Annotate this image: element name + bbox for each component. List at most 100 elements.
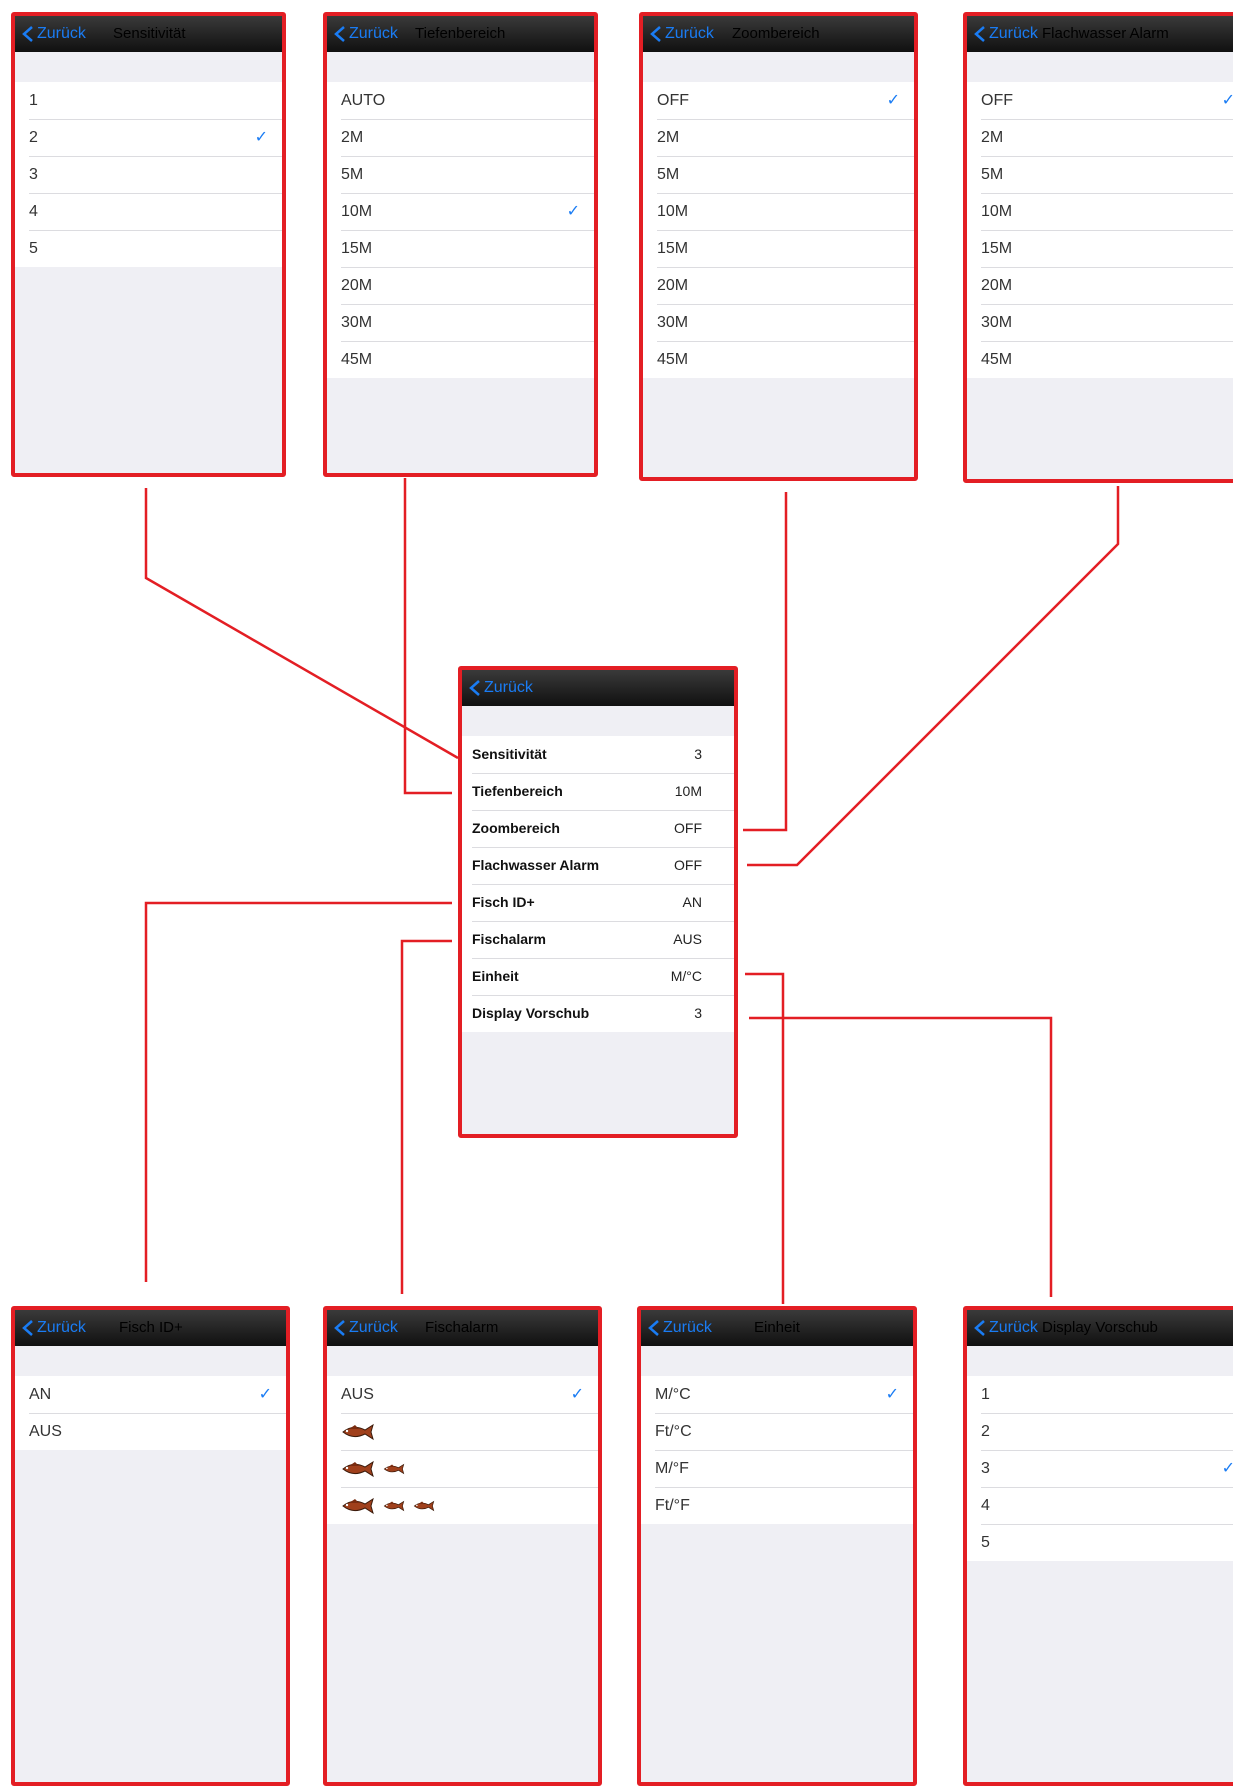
option-row[interactable]: 30M — [967, 304, 1233, 341]
option-row[interactable]: 2 — [967, 1413, 1233, 1450]
navbar-sensitivity: Zurück Sensitivität — [15, 16, 282, 52]
menu-row[interactable]: Tiefenbereich 10M — [462, 773, 734, 810]
option-row[interactable]: 1 — [967, 1376, 1233, 1413]
back-button[interactable]: Zurück — [21, 16, 86, 52]
menu-row[interactable]: Einheit M/°C — [462, 958, 734, 995]
option-row[interactable]: 4 — [15, 193, 282, 230]
menu-label: Einheit — [472, 968, 519, 984]
small-fish-icon — [383, 1463, 405, 1474]
option-row[interactable]: 3✓ — [967, 1450, 1233, 1487]
checkmark-icon: ✓ — [885, 1386, 899, 1403]
option-row[interactable]: Ft/°C — [641, 1413, 913, 1450]
panel-depth-range: Zurück Tiefenbereich AUTO 2M 5M 10M ✓ 15M 20M 30M… — [323, 12, 598, 477]
option-label: OFF — [657, 92, 689, 109]
option-row[interactable]: 1 — [15, 82, 282, 119]
menu-row[interactable]: Zoombereich OFF — [462, 810, 734, 847]
option-list: 1 2 ✓ 3 4 5 — [15, 82, 282, 267]
option-row[interactable]: 10M — [967, 193, 1233, 230]
option-label: 3 — [981, 1460, 990, 1477]
option-row[interactable]: 5M — [967, 156, 1233, 193]
option-row[interactable]: AUTO — [327, 82, 594, 119]
checkmark-icon: ✓ — [258, 1386, 272, 1403]
back-button[interactable]: Zurück — [973, 16, 1038, 52]
menu-row[interactable]: Fisch ID+ AN — [462, 884, 734, 921]
option-row[interactable]: 2M — [327, 119, 594, 156]
back-button[interactable]: Zurück — [649, 16, 714, 52]
option-row[interactable]: M/°C ✓ — [641, 1376, 913, 1413]
back-button[interactable]: Zurück — [973, 1310, 1038, 1346]
option-row[interactable]: 5 — [15, 230, 282, 267]
option-list: M/°C ✓ Ft/°C M/°F Ft/°F — [641, 1376, 913, 1524]
option-row[interactable]: 20M — [327, 267, 594, 304]
checkmark-icon: ✓ — [1222, 82, 1233, 119]
option-row[interactable]: AUS ✓ — [327, 1376, 598, 1413]
fish-icon — [342, 1497, 374, 1514]
navbar-main: Zurück — [462, 670, 734, 706]
option-row[interactable]: 5M — [643, 156, 914, 193]
fish-level-row[interactable] — [327, 1450, 598, 1487]
menu-value: 3 — [694, 746, 702, 762]
option-row[interactable]: 45M — [967, 341, 1233, 378]
option-row[interactable]: 15M — [967, 230, 1233, 267]
navbar-fish-id: Zurück Fisch ID+ — [15, 1310, 286, 1346]
panel-fish-alarm: Zurück Fischalarm AUS ✓ — [323, 1306, 602, 1786]
checkmark-icon: ✓ — [886, 92, 900, 109]
option-row[interactable]: M/°F — [641, 1450, 913, 1487]
option-row[interactable]: 2M — [967, 119, 1233, 156]
option-label: M/°F — [655, 1460, 689, 1477]
fish-level-row[interactable] — [327, 1487, 598, 1524]
menu-row[interactable]: Fischalarm AUS — [462, 921, 734, 958]
back-label: Zurück — [349, 25, 398, 42]
option-row[interactable]: 3 — [15, 156, 282, 193]
menu-row[interactable]: Display Vorschub 3 — [462, 995, 734, 1032]
option-row[interactable]: 45M — [327, 341, 594, 378]
menu-row[interactable]: Flachwasser Alarm OFF — [462, 847, 734, 884]
option-row[interactable]: OFF ✓ — [967, 82, 1233, 119]
connector-fish-alarm — [400, 939, 452, 1294]
navbar-zoom-range: Zurück Zoombereich — [643, 16, 914, 52]
connector-display-feed — [749, 1016, 1053, 1297]
option-label: 5M — [981, 166, 1004, 183]
option-row[interactable]: 10M ✓ — [327, 193, 594, 230]
option-row[interactable]: 2M — [643, 119, 914, 156]
chevron-left-icon — [974, 26, 985, 42]
navbar-depth-range: Zurück Tiefenbereich — [327, 16, 594, 52]
back-button[interactable]: Zurück — [647, 1310, 712, 1346]
back-button[interactable]: Zurück — [333, 16, 398, 52]
chevron-left-icon — [469, 680, 480, 696]
screen-title: Flachwasser Alarm — [1042, 25, 1169, 42]
option-row[interactable]: 4 — [967, 1487, 1233, 1524]
option-row[interactable]: 20M — [643, 267, 914, 304]
option-label: 30M — [657, 314, 689, 331]
option-row[interactable]: 15M — [643, 230, 914, 267]
option-label: 30M — [341, 314, 373, 331]
option-row[interactable]: 30M — [327, 304, 594, 341]
option-row[interactable]: AUS — [15, 1413, 286, 1450]
option-row[interactable]: 20M — [967, 267, 1233, 304]
option-row[interactable]: 5M — [327, 156, 594, 193]
back-button[interactable]: Zurück — [333, 1310, 398, 1346]
option-row[interactable]: AN ✓ — [15, 1376, 286, 1413]
option-row[interactable]: 10M — [643, 193, 914, 230]
option-row[interactable]: 5 — [967, 1524, 1233, 1561]
menu-label: Sensitivität — [472, 746, 547, 762]
option-label: 15M — [657, 240, 689, 257]
option-row[interactable]: 15M — [327, 230, 594, 267]
option-label: 5 — [981, 1534, 990, 1551]
option-label: 4 — [29, 203, 38, 220]
menu-value: 10M — [674, 783, 702, 799]
option-row[interactable]: 30M — [643, 304, 914, 341]
option-list: AUTO 2M 5M 10M ✓ 15M 20M 30M 45M — [327, 82, 594, 378]
option-row[interactable]: Ft/°F — [641, 1487, 913, 1524]
chevron-left-icon — [334, 1320, 345, 1336]
back-button[interactable]: Zurück — [468, 670, 533, 706]
option-label: Ft/°F — [655, 1497, 690, 1514]
option-row[interactable]: OFF ✓ — [643, 82, 914, 119]
option-row[interactable]: 2 ✓ — [15, 119, 282, 156]
back-button[interactable]: Zurück — [21, 1310, 86, 1346]
fish-level-row[interactable] — [327, 1413, 598, 1450]
menu-row[interactable]: Sensitivität 3 — [462, 736, 734, 773]
screen-title: Fischalarm — [425, 1319, 499, 1336]
option-row[interactable]: 45M — [643, 341, 914, 378]
navbar-fish-alarm: Zurück Fischalarm — [327, 1310, 598, 1346]
